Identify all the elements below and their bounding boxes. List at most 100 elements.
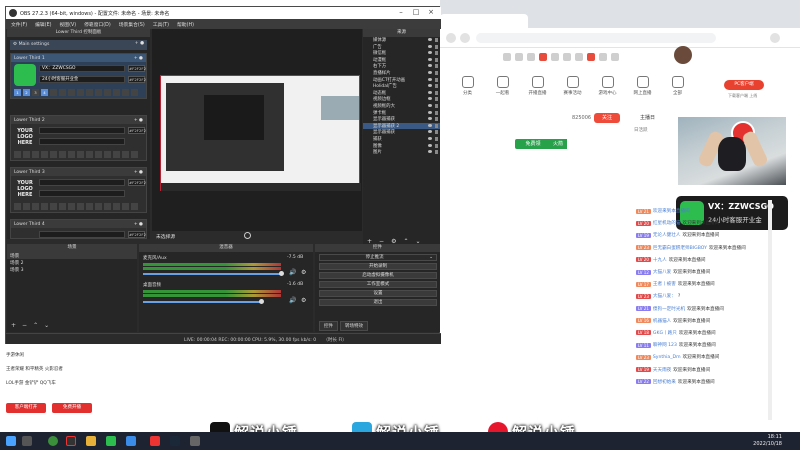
lt-info-field[interactable] [39,190,125,197]
obs-taskbar-icon[interactable] [66,436,76,446]
wallet-icon[interactable] [599,53,607,61]
eye-icon[interactable] [428,38,432,41]
message-icon[interactable] [539,53,547,61]
lt-slot[interactable] [41,203,48,210]
chat-message[interactable]: LV 11 聊神网 123 欢迎来到本直播间 [636,339,776,351]
card-toggle-icon[interactable]: + ● [134,56,143,61]
source-item[interactable]: 右下方 [363,63,440,70]
eye-icon[interactable] [428,84,432,88]
lock-icon[interactable] [435,90,438,95]
source-item[interactable]: 动态框 [363,90,440,97]
eye-icon[interactable] [428,51,432,55]
minimize-icon[interactable]: – [394,8,408,18]
lt-slot[interactable] [50,151,57,158]
tab-transitions[interactable]: 转场特效 [340,321,368,331]
lock-icon[interactable] [435,64,438,69]
down-icon[interactable]: ⌄ [44,322,49,329]
heart-icon[interactable] [611,53,619,61]
chat-message[interactable]: LV 22 回想初始来 欢迎来到本直播间 [636,376,776,388]
source-item[interactable]: 动漫框 [363,57,440,64]
lt-info-field[interactable] [39,138,125,145]
chat-message[interactable]: LV 21 欢迎来到本直播间 [636,205,776,217]
chat-username[interactable]: 巨无霸白蛋糕老师BIGBOY [653,245,707,251]
source-item[interactable]: 视频框的大 [363,103,440,110]
taskbar-clock[interactable]: 18:11 2022/10/18 [742,434,782,448]
speaker-icon[interactable]: 🔊 [289,297,296,304]
lt-name-field[interactable]: VX：ZZWCSGO [39,65,125,72]
toggle-icon[interactable]: + ● [135,41,144,46]
source-item[interactable]: 显示器捕获 2 [363,122,440,130]
eye-icon[interactable] [428,57,432,61]
source-item[interactable]: 图像 [363,143,440,150]
chat-message[interactable]: LV 16 机器猫人 欢迎来到本直播间 [636,315,776,327]
source-item[interactable]: 显示器捕获 [363,129,440,136]
nav-item[interactable]: 网上直播 [625,74,660,102]
lt-slot[interactable] [95,151,102,158]
lt-slot[interactable] [86,203,93,210]
eye-icon[interactable] [428,136,432,140]
lock-icon[interactable] [435,103,438,108]
lower-third-card-3[interactable]: Lower Third 3 + ● YOUR LOGO HERE #F2F2F2 [10,167,147,213]
eye-icon[interactable] [428,64,432,68]
chat-message[interactable]: LV 23 巨无霸白蛋糕老师BIGBOY 欢迎来到本直播间 [636,242,776,254]
obs-preview[interactable] [152,29,362,231]
lt-slot[interactable] [113,89,120,96]
lt-slot[interactable] [122,151,129,158]
scene-item[interactable]: 场景 [7,252,137,259]
lower-third-card-1[interactable]: Lower Third 1 + ● VX：ZZWCSGO 24小时客服开业金 #F… [10,53,147,99]
nav-item[interactable]: 游戏中心 [590,74,625,102]
lt-slot[interactable] [113,151,120,158]
lt-slot[interactable] [14,203,21,210]
lt-color-swatch[interactable]: #F2F2F2 [128,231,146,238]
source-item[interactable]: 媒体源 [363,37,440,44]
task-icon[interactable] [551,53,559,61]
lt-slot[interactable] [131,151,138,158]
chat-message[interactable]: LV 19 天天雨夜 欢迎来到本直播间 [636,363,776,375]
start-recording-button[interactable]: 开始录制 [319,263,437,270]
lt-num-button[interactable]: 1 [14,89,21,96]
lt-info-field[interactable]: 24小时客服开业金 [39,76,125,83]
browser-tab[interactable] [440,14,528,28]
lt-slot[interactable] [95,89,102,96]
lt-slot[interactable] [68,89,75,96]
gear-icon[interactable]: ⚙ [301,297,306,304]
lt-slot[interactable] [32,151,39,158]
chat-message[interactable]: LV 17 王者丨被害 欢迎来到本直播间 [636,278,776,290]
card-toggle-icon[interactable]: + ● [134,118,143,123]
wechat-taskbar-icon[interactable] [106,436,116,446]
lt-slot[interactable] [122,203,129,210]
settings-button[interactable]: 设置 [319,290,437,297]
eye-icon[interactable] [428,150,432,154]
scene-item[interactable]: 场景 2 [7,259,137,266]
profile-icon[interactable] [770,33,780,43]
lt-slot[interactable] [95,203,102,210]
source-item[interactable]: 显示器捕获 [363,116,440,123]
lt-slot[interactable] [77,151,84,158]
chat-message[interactable]: LV 19 无论人健壮人 欢迎来到本直播间 [636,229,776,241]
lt-slot[interactable] [104,89,111,96]
source-item[interactable]: 直播样片 [363,70,440,77]
menu-docks[interactable]: 停靠窗口(D) [84,21,111,28]
search-icon[interactable] [22,436,32,446]
upload-icon[interactable] [575,53,583,61]
app-icon[interactable] [503,53,511,61]
chat-username[interactable]: 聊神网 123 [653,342,677,348]
address-bar[interactable] [476,33,716,43]
lt-slot[interactable] [131,203,138,210]
main-settings-bar[interactable]: ⚙ Main settings + ● [10,40,147,50]
volume-knob[interactable] [279,271,284,276]
sidebar-tab-2[interactable]: 日活跃 [634,127,678,133]
eye-icon[interactable] [428,110,432,114]
chat-username[interactable]: 红星机动的猫 [653,220,681,226]
lt-name-field[interactable] [39,179,125,186]
free-gift-suffix[interactable]: 火箭 [549,139,567,149]
lt-slot[interactable] [86,89,93,96]
chat-username[interactable]: 十九人 [653,257,667,263]
sidebar-tab[interactable]: 主播日 [634,114,678,121]
chat-username[interactable]: 机器猫人 [653,318,671,324]
eye-icon[interactable] [428,97,432,101]
nav-item[interactable]: 全部 [660,74,695,102]
download-icon[interactable] [563,53,571,61]
menu-tools[interactable]: 工具(T) [153,21,169,28]
user-avatar[interactable] [674,46,692,64]
